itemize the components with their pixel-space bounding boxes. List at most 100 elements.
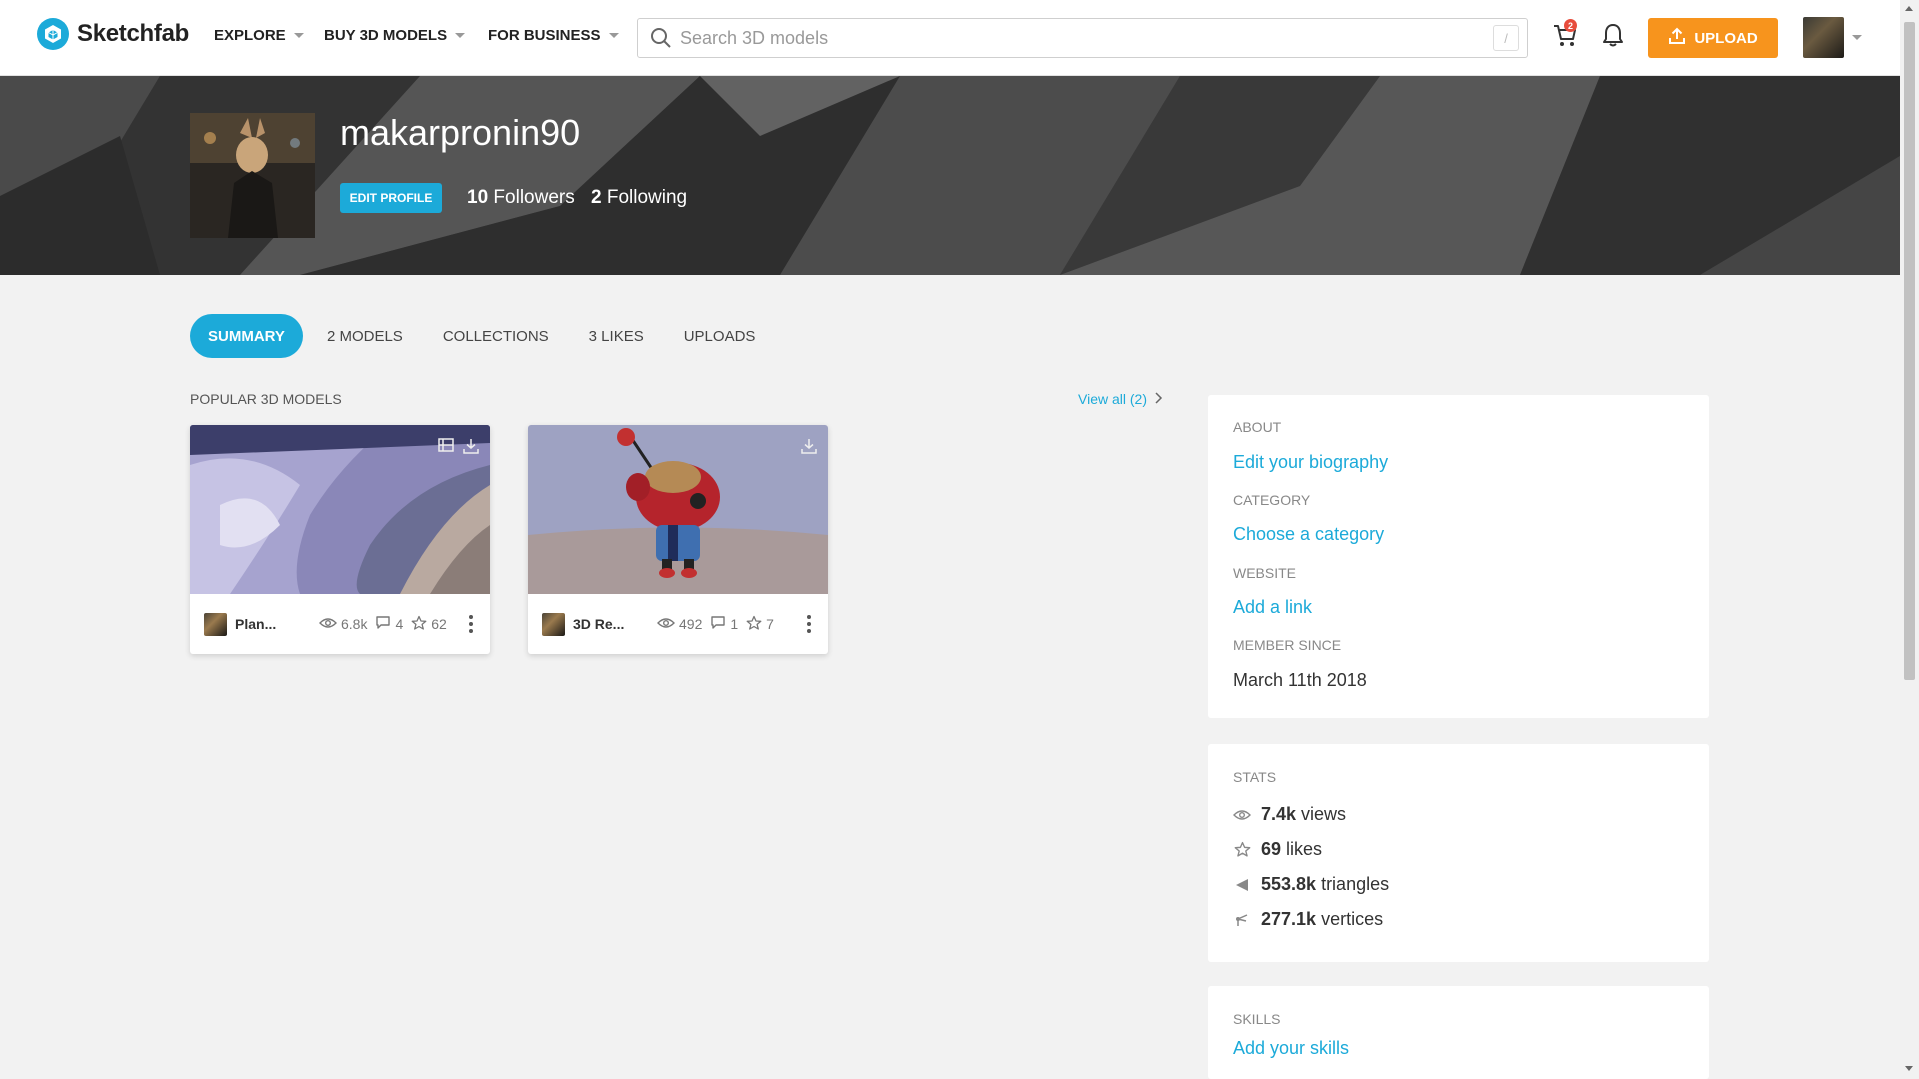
choose-category-link[interactable]: Choose a category [1233, 524, 1384, 545]
views-total: 7.4k [1261, 804, 1297, 824]
search-input[interactable] [672, 19, 1493, 57]
page-scrollbar[interactable] [1900, 0, 1919, 1079]
download-icon[interactable] [800, 437, 818, 460]
comment-icon [375, 615, 391, 633]
category-label: CATEGORY [1233, 492, 1311, 508]
gallery-icon[interactable] [438, 437, 454, 460]
followers-link[interactable]: 10 Followers [467, 187, 575, 209]
eye-icon [1233, 809, 1251, 821]
chevron-down-icon [455, 33, 466, 38]
comment-icon [710, 615, 726, 633]
more-options-icon[interactable] [466, 615, 476, 633]
avatar[interactable] [204, 612, 227, 636]
following-link[interactable]: 2 Following [591, 187, 687, 209]
stats-panel: STATS 7.4k views 69 likes 553.8k triangl… [1208, 744, 1709, 962]
profile-avatar[interactable] [190, 113, 315, 238]
skills-panel: SKILLS Add your skills [1208, 986, 1709, 1079]
nav-buy-label: BUY 3D MODELS [324, 27, 448, 44]
download-icon[interactable] [462, 437, 480, 460]
upload-icon [1668, 27, 1686, 49]
notifications-button[interactable] [1601, 22, 1625, 53]
user-menu[interactable] [1803, 17, 1862, 58]
website-label: WEBSITE [1233, 565, 1297, 581]
model-name[interactable]: 3D Re... [573, 616, 637, 632]
likes-count: 62 [431, 616, 447, 632]
view-all-link[interactable]: View all (2) [1078, 391, 1163, 407]
likes-total-label: likes [1286, 839, 1323, 859]
vertices-total-label: vertices [1321, 909, 1384, 929]
model-thumbnail[interactable] [190, 425, 490, 594]
nav-explore[interactable]: EXPLORE [214, 27, 304, 44]
thumbnail-actions [800, 437, 818, 460]
about-panel: ABOUT Edit your biography CATEGORY Choos… [1208, 395, 1709, 718]
view-all-label: View all (2) [1078, 391, 1147, 407]
triangles-total-label: triangles [1321, 874, 1390, 894]
chevron-right-icon [1155, 391, 1163, 407]
search-icon [650, 27, 672, 49]
upload-button[interactable]: UPLOAD [1648, 18, 1778, 58]
model-card[interactable]: 3D Re... 492 1 7 [528, 425, 828, 654]
tab-summary[interactable]: SUMMARY [190, 314, 303, 358]
cart-button[interactable]: 2 [1552, 19, 1578, 53]
edit-profile-button[interactable]: EDIT PROFILE [340, 183, 442, 213]
sketchfab-logo[interactable]: Sketchfab [37, 18, 189, 50]
model-card-footer: 3D Re... 492 1 7 [528, 594, 828, 654]
chevron-down-icon [293, 33, 304, 38]
triangles-total: 553.8k [1261, 874, 1317, 894]
views-stat: 492 [657, 616, 702, 632]
likes-stat[interactable]: 7 [746, 615, 774, 634]
search-bar: / [637, 18, 1528, 58]
comments-stat: 1 [710, 615, 738, 633]
scroll-up-arrow-icon[interactable] [1905, 6, 1913, 11]
cart-count-badge: 2 [1564, 19, 1577, 32]
vertex-icon [1233, 912, 1251, 928]
nav-for-business[interactable]: FOR BUSINESS [488, 27, 619, 44]
chevron-down-icon [608, 33, 619, 38]
bell-icon [1601, 24, 1625, 52]
tab-uploads[interactable]: UPLOADS [666, 314, 774, 358]
nav-buy-3d-models[interactable]: BUY 3D MODELS [324, 27, 466, 44]
star-icon [411, 615, 427, 634]
comments-count: 1 [730, 616, 739, 632]
followers-count: 10 [467, 187, 489, 208]
edit-biography-link[interactable]: Edit your biography [1233, 452, 1388, 473]
followers-label: Followers [493, 187, 575, 208]
about-label: ABOUT [1233, 419, 1282, 435]
comments-stat: 4 [375, 615, 403, 633]
profile-username: makarpronin90 [340, 112, 581, 153]
tab-collections[interactable]: COLLECTIONS [425, 314, 567, 358]
avatar [1803, 17, 1844, 58]
skills-label: SKILLS [1233, 1011, 1281, 1027]
avatar[interactable] [542, 612, 565, 636]
vertices-total: 277.1k [1261, 909, 1317, 929]
brand-name: Sketchfab [77, 20, 190, 47]
likes-count: 7 [766, 616, 774, 632]
likes-stat[interactable]: 62 [411, 615, 447, 634]
popular-models-title: POPULAR 3D MODELS [190, 391, 342, 407]
member-since-value: March 11th 2018 [1233, 670, 1367, 690]
model-card[interactable]: Plan... 6.8k 4 62 [190, 425, 490, 654]
upload-label: UPLOAD [1694, 29, 1758, 47]
scroll-down-arrow-icon[interactable] [1905, 1066, 1913, 1071]
likes-stat-row: 69 likes [1233, 839, 1322, 860]
views-total-label: views [1301, 804, 1347, 824]
eye-icon [319, 616, 337, 632]
scrollbar-thumb[interactable] [1904, 22, 1915, 680]
tab-likes[interactable]: 3 LIKES [571, 314, 662, 358]
tab-models[interactable]: 2 MODELS [309, 314, 421, 358]
views-stat-row: 7.4k views [1233, 804, 1346, 825]
chevron-down-icon [1852, 35, 1862, 40]
model-thumbnail[interactable] [528, 425, 828, 594]
thumbnail-actions [438, 437, 480, 460]
add-link-link[interactable]: Add a link [1233, 597, 1312, 618]
cart-icon [1552, 25, 1578, 52]
triangle-icon [1233, 878, 1251, 892]
following-label: Following [606, 187, 688, 208]
model-name[interactable]: Plan... [235, 616, 299, 632]
profile-tabs: SUMMARY 2 MODELS COLLECTIONS 3 LIKES UPL… [190, 314, 773, 358]
stats-label: STATS [1233, 769, 1277, 785]
vertices-stat-row: 277.1k vertices [1233, 909, 1383, 930]
more-options-icon[interactable] [804, 615, 814, 633]
following-count: 2 [591, 187, 602, 208]
add-skills-link[interactable]: Add your skills [1233, 1038, 1349, 1059]
